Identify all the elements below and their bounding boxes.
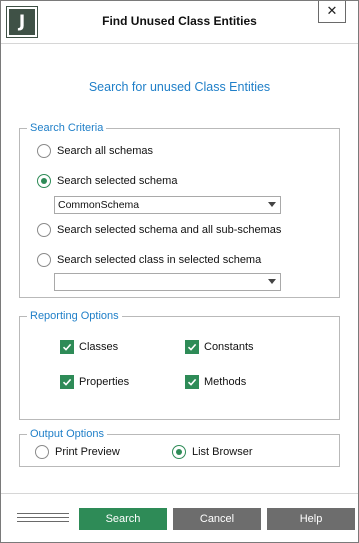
constants-checkbox[interactable]	[185, 340, 199, 354]
search-selected-schema-option[interactable]: Search selected schema	[37, 174, 177, 188]
help-button[interactable]: Help	[267, 508, 355, 530]
resize-grip-icon	[17, 513, 69, 525]
dialog-window: J Find Unused Class Entities ✕ Search fo…	[0, 0, 359, 543]
print-preview-option[interactable]: Print Preview	[35, 445, 120, 459]
cancel-button[interactable]: Cancel	[173, 508, 261, 530]
checkmark-icon	[187, 343, 197, 351]
schema-select-value: CommonSchema	[58, 199, 140, 211]
classes-label: Classes	[79, 341, 119, 353]
search-all-schemas-option[interactable]: Search all schemas	[37, 144, 153, 158]
methods-label: Methods	[204, 376, 247, 388]
window-title: Find Unused Class Entities	[102, 14, 257, 28]
search-selected-schema-radio[interactable]	[37, 174, 51, 188]
list-browser-option[interactable]: List Browser	[172, 445, 253, 459]
checkmark-icon	[62, 343, 72, 351]
search-selected-class-radio[interactable]	[37, 253, 51, 267]
search-selected-class-option[interactable]: Search selected class in selected schema	[37, 253, 261, 267]
chevron-down-icon	[268, 202, 276, 207]
output-options-legend: Output Options	[27, 427, 107, 441]
search-all-schemas-label: Search all schemas	[57, 145, 153, 157]
list-browser-radio[interactable]	[172, 445, 186, 459]
class-select[interactable]	[54, 273, 281, 291]
checkmark-icon	[187, 378, 197, 386]
close-button[interactable]: ✕	[318, 1, 346, 23]
schema-select[interactable]: CommonSchema	[54, 196, 281, 214]
methods-option[interactable]: Methods	[185, 375, 246, 389]
title-bar: J Find Unused Class Entities ✕	[1, 1, 358, 44]
reporting-options-group: Reporting Options	[19, 309, 340, 420]
list-browser-label: List Browser	[192, 446, 253, 458]
properties-label: Properties	[79, 376, 130, 388]
constants-label: Constants	[204, 341, 254, 353]
dialog-heading: Search for unused Class Entities	[88, 80, 271, 94]
search-selected-class-label: Search selected class in selected schema	[57, 254, 262, 266]
reporting-options-legend: Reporting Options	[27, 309, 122, 323]
properties-option[interactable]: Properties	[60, 375, 129, 389]
close-icon: ✕	[326, 4, 338, 19]
chevron-down-icon	[268, 279, 276, 284]
checkmark-icon	[62, 378, 72, 386]
methods-checkbox[interactable]	[185, 375, 199, 389]
print-preview-radio[interactable]	[35, 445, 49, 459]
search-all-schemas-radio[interactable]	[37, 144, 51, 158]
search-selected-schema-label: Search selected schema	[57, 175, 178, 187]
classes-checkbox[interactable]	[60, 340, 74, 354]
search-schema-and-subschemas-option[interactable]: Search selected schema and all sub-schem…	[37, 223, 281, 237]
constants-option[interactable]: Constants	[185, 340, 254, 354]
search-schema-and-subschemas-radio[interactable]	[37, 223, 51, 237]
search-criteria-legend: Search Criteria	[27, 121, 107, 135]
print-preview-label: Print Preview	[55, 446, 120, 458]
search-schema-and-subschemas-label: Search selected schema and all sub-schem…	[57, 224, 282, 236]
search-button[interactable]: Search	[79, 508, 167, 530]
properties-checkbox[interactable]	[60, 375, 74, 389]
classes-option[interactable]: Classes	[60, 340, 118, 354]
